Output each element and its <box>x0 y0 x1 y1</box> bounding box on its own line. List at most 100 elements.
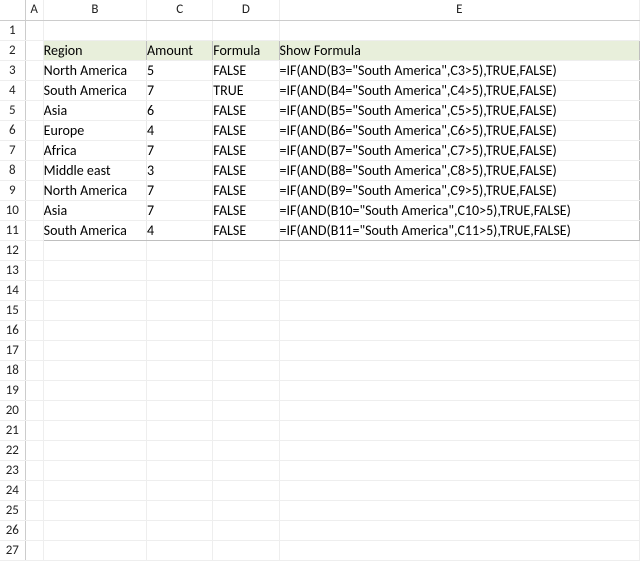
cell[interactable] <box>213 340 279 360</box>
cell[interactable] <box>25 200 43 220</box>
cell[interactable] <box>147 340 213 360</box>
cell[interactable] <box>25 140 43 160</box>
cell[interactable] <box>279 320 639 340</box>
cell-show[interactable]: =IF(AND(B7="South America",C7>5),TRUE,FA… <box>279 140 639 160</box>
cell[interactable] <box>147 400 213 420</box>
cell[interactable] <box>147 20 213 40</box>
cell[interactable] <box>213 400 279 420</box>
cell[interactable] <box>25 120 43 140</box>
col-header-A[interactable]: A <box>25 0 43 20</box>
cell[interactable] <box>25 320 43 340</box>
cell-region[interactable]: North America <box>43 60 146 80</box>
cell[interactable] <box>43 520 146 540</box>
cell[interactable] <box>25 280 43 300</box>
cell-show[interactable]: =IF(AND(B5="South America",C5>5),TRUE,FA… <box>279 100 639 120</box>
cell[interactable] <box>147 440 213 460</box>
cell-amount[interactable]: 5 <box>147 60 213 80</box>
row-header[interactable]: 6 <box>0 120 25 140</box>
cell[interactable] <box>25 480 43 500</box>
cell[interactable] <box>25 540 43 560</box>
cell[interactable] <box>213 520 279 540</box>
cell[interactable] <box>43 320 146 340</box>
cell-formula[interactable]: FALSE <box>213 140 279 160</box>
row-header[interactable]: 25 <box>0 500 25 520</box>
row-header[interactable]: 22 <box>0 440 25 460</box>
row-header[interactable]: 8 <box>0 160 25 180</box>
cell[interactable] <box>279 340 639 360</box>
cell-region[interactable]: Middle east <box>43 160 146 180</box>
row-header[interactable]: 21 <box>0 420 25 440</box>
row-header[interactable]: 24 <box>0 480 25 500</box>
cell[interactable] <box>279 20 639 40</box>
cell[interactable] <box>279 500 639 520</box>
cell[interactable] <box>43 500 146 520</box>
row-header[interactable]: 10 <box>0 200 25 220</box>
row-header[interactable]: 14 <box>0 280 25 300</box>
cell[interactable] <box>279 460 639 480</box>
row-header[interactable]: 13 <box>0 260 25 280</box>
cell[interactable] <box>25 60 43 80</box>
cell[interactable] <box>25 460 43 480</box>
cell-region[interactable]: North America <box>43 180 146 200</box>
header-region[interactable]: Region <box>43 40 146 60</box>
cell[interactable] <box>213 280 279 300</box>
cell[interactable] <box>43 260 146 280</box>
cell[interactable] <box>25 500 43 520</box>
cell-amount[interactable]: 4 <box>147 220 213 240</box>
cell[interactable] <box>213 320 279 340</box>
cell-formula[interactable]: FALSE <box>213 160 279 180</box>
cell-region[interactable]: South America <box>43 80 146 100</box>
cell-formula[interactable]: FALSE <box>213 180 279 200</box>
cell[interactable] <box>25 20 43 40</box>
cell-region[interactable]: Asia <box>43 200 146 220</box>
cell[interactable] <box>213 20 279 40</box>
cell[interactable] <box>25 380 43 400</box>
cell[interactable] <box>213 420 279 440</box>
col-header-C[interactable]: C <box>147 0 213 20</box>
cell[interactable] <box>43 440 146 460</box>
cell[interactable] <box>213 540 279 560</box>
cell[interactable] <box>147 260 213 280</box>
cell[interactable] <box>213 500 279 520</box>
cell[interactable] <box>25 220 43 240</box>
cell[interactable] <box>213 480 279 500</box>
col-header-E[interactable]: E <box>279 0 639 20</box>
cell[interactable] <box>25 100 43 120</box>
cell[interactable] <box>25 260 43 280</box>
cell[interactable] <box>25 520 43 540</box>
cell[interactable] <box>279 240 639 260</box>
cell[interactable] <box>147 240 213 260</box>
cell[interactable] <box>279 280 639 300</box>
row-header[interactable]: 5 <box>0 100 25 120</box>
cell[interactable] <box>43 400 146 420</box>
cell-amount[interactable]: 7 <box>147 180 213 200</box>
select-all-corner[interactable] <box>0 0 25 20</box>
header-show-formula[interactable]: Show Formula <box>279 40 639 60</box>
cell[interactable] <box>25 180 43 200</box>
row-header[interactable]: 19 <box>0 380 25 400</box>
cell[interactable] <box>279 540 639 560</box>
cell[interactable] <box>213 260 279 280</box>
header-amount[interactable]: Amount <box>147 40 213 60</box>
cell[interactable] <box>213 240 279 260</box>
row-header[interactable]: 27 <box>0 540 25 560</box>
row-header[interactable]: 17 <box>0 340 25 360</box>
cell[interactable] <box>147 460 213 480</box>
cell[interactable] <box>147 280 213 300</box>
cell[interactable] <box>43 420 146 440</box>
cell-show[interactable]: =IF(AND(B10="South America",C10>5),TRUE,… <box>279 200 639 220</box>
row-header[interactable]: 9 <box>0 180 25 200</box>
cell[interactable] <box>25 160 43 180</box>
cell[interactable] <box>147 300 213 320</box>
cell[interactable] <box>147 360 213 380</box>
cell[interactable] <box>25 340 43 360</box>
cell-formula[interactable]: FALSE <box>213 120 279 140</box>
cell[interactable] <box>25 420 43 440</box>
cell[interactable] <box>213 440 279 460</box>
cell[interactable] <box>147 540 213 560</box>
cell[interactable] <box>147 480 213 500</box>
col-header-B[interactable]: B <box>43 0 146 20</box>
cell[interactable] <box>279 380 639 400</box>
row-header[interactable]: 12 <box>0 240 25 260</box>
cell-amount[interactable]: 4 <box>147 120 213 140</box>
